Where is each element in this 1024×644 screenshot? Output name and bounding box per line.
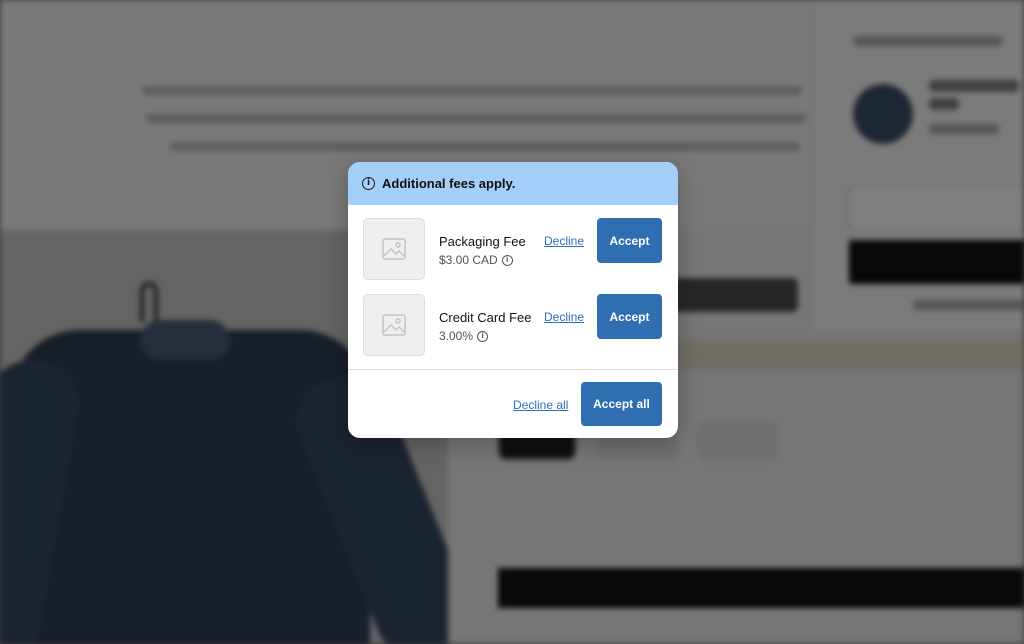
fee-name: Credit Card Fee (439, 310, 532, 325)
fee-price: $3.00 CAD i (439, 253, 513, 267)
modal-divider (348, 369, 678, 370)
fee-price: 3.00% i (439, 329, 489, 343)
modal-title: Additional fees apply. (382, 176, 516, 191)
fee-row-packaging: Packaging Fee $3.00 CAD i Decline Accept (363, 218, 663, 280)
info-icon: i (362, 177, 375, 190)
fee-name: Packaging Fee (439, 234, 526, 249)
modal-header: i Additional fees apply. (348, 162, 678, 205)
decline-all-link[interactable]: Decline all (513, 398, 568, 412)
accept-credit-card-fee-button[interactable]: Accept (597, 294, 662, 339)
info-icon[interactable]: i (501, 254, 513, 266)
decline-credit-card-fee-link[interactable]: Decline (544, 310, 584, 324)
fee-row-credit-card: Credit Card Fee 3.00% i Decline Accept (363, 294, 663, 356)
image-placeholder-icon (363, 218, 425, 280)
fee-price-value: 3.00% (439, 329, 474, 343)
image-placeholder-icon (363, 294, 425, 356)
fee-price-value: $3.00 CAD (439, 253, 498, 267)
decline-packaging-fee-link[interactable]: Decline (544, 234, 584, 248)
info-icon[interactable]: i (477, 330, 489, 342)
fees-modal: i Additional fees apply. Packaging Fee $… (348, 162, 678, 438)
accept-all-button[interactable]: Accept all (581, 382, 662, 426)
accept-packaging-fee-button[interactable]: Accept (597, 218, 662, 263)
